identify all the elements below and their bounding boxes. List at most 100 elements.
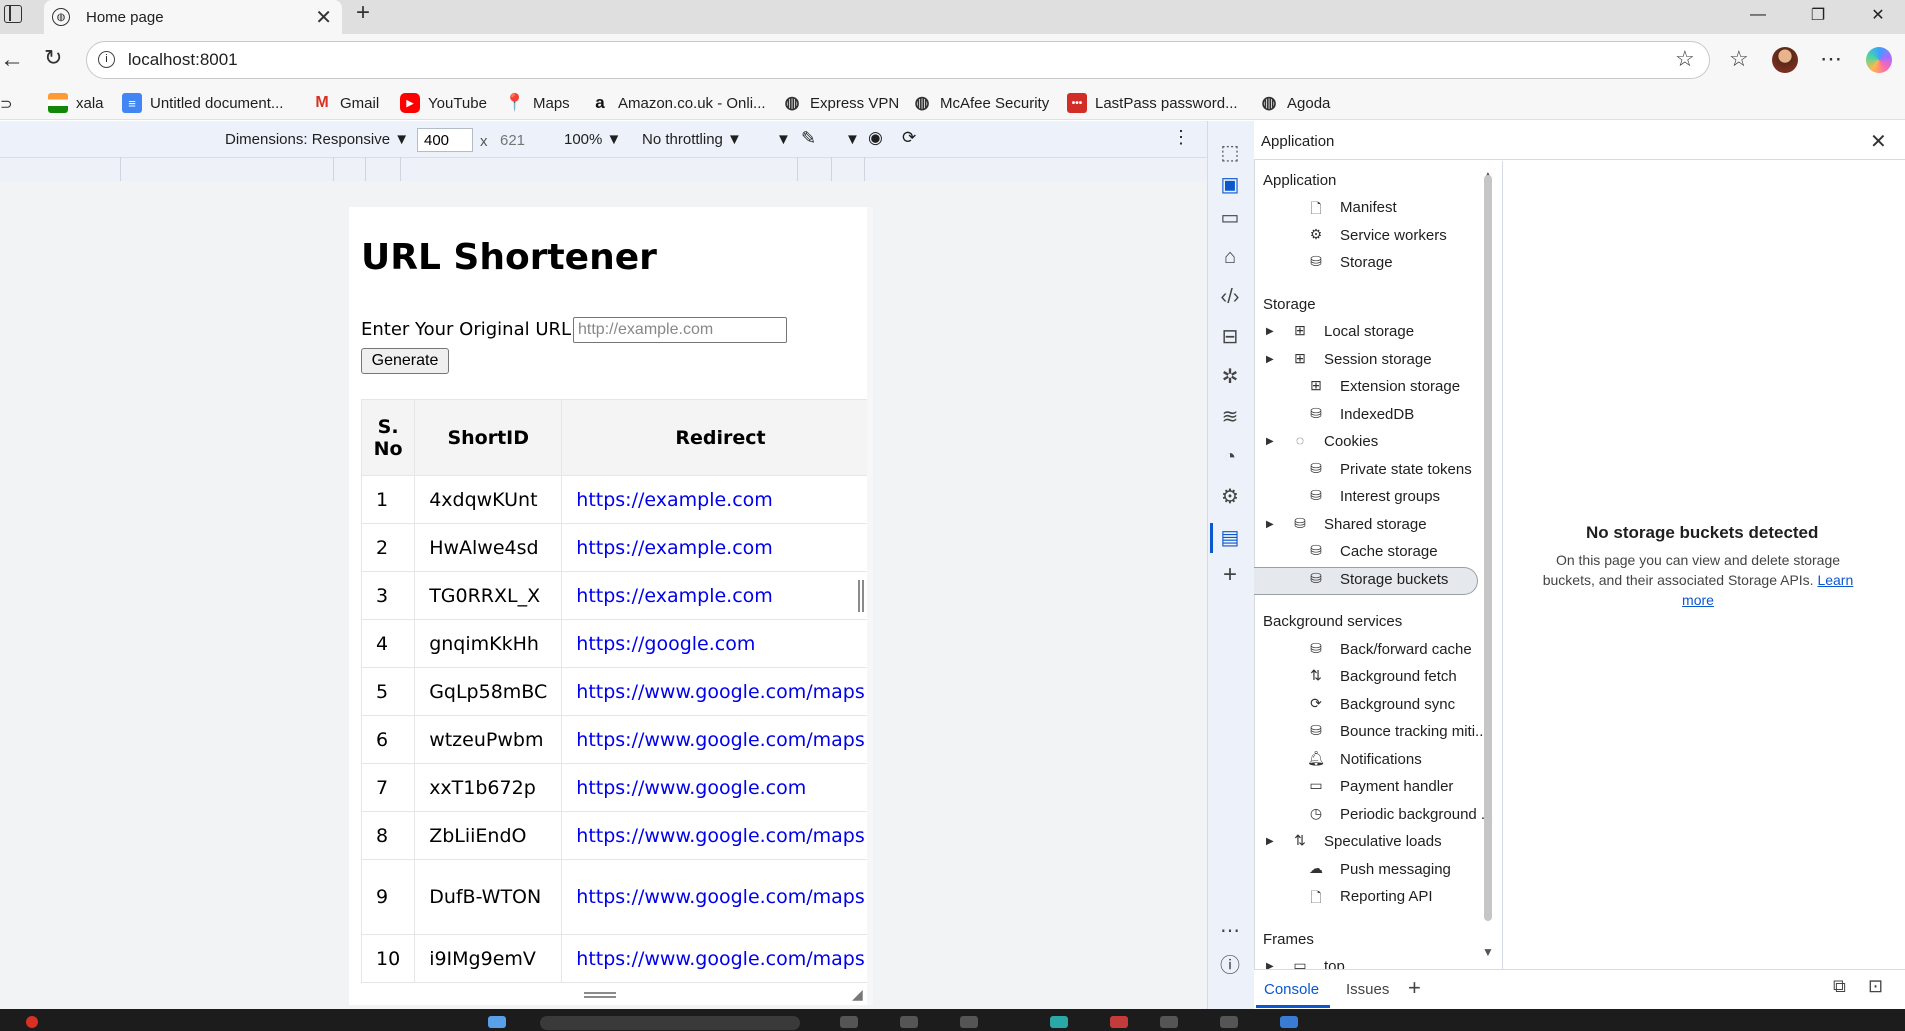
expand-arrow-icon[interactable]: ▶ [1266, 354, 1290, 365]
more-options-dropdown[interactable]: ▼ [845, 131, 860, 148]
drawer-add-tab-icon[interactable]: + [1408, 975, 1421, 1001]
tree-scrollbar-thumb[interactable] [1484, 175, 1492, 921]
tree-item-storage-buckets[interactable]: ⛁ Storage buckets [1290, 570, 1448, 588]
bookmark-gmail[interactable]: M Gmail [312, 93, 379, 113]
throttling-dropdown[interactable]: No throttling ▼ [642, 131, 742, 148]
tree-item-back-forward-cache[interactable]: ⛁ Back/forward cache [1290, 640, 1472, 658]
redirect-link[interactable]: https://example.com [576, 585, 773, 607]
device-menu-icon[interactable]: ⋮ [1172, 127, 1190, 148]
copilot-icon[interactable] [1866, 47, 1892, 73]
bookmark-xala[interactable]: xala [48, 93, 104, 113]
tree-item-session-storage[interactable]: ▶ ⊞ Session storage [1266, 350, 1432, 368]
redirect-link[interactable]: https://google.com [576, 633, 755, 655]
welcome-icon[interactable]: ▭ [1217, 205, 1243, 231]
redirect-link[interactable]: https://example.com [576, 489, 773, 511]
taskbar-search-box[interactable] [540, 1016, 800, 1030]
tree-item-shared-storage[interactable]: ▶ ⛁ Shared storage [1266, 515, 1427, 533]
tree-item-bounce-tracking[interactable]: ⛁ Bounce tracking miti... [1290, 722, 1487, 740]
taskbar-app-icon[interactable] [1220, 1016, 1238, 1028]
more-menu-icon[interactable]: ⋯ [1820, 46, 1842, 72]
bookmark-express-vpn[interactable]: ◍ Express VPN [782, 93, 900, 113]
viewport-height-input[interactable] [494, 128, 550, 152]
scroll-down-arrow-icon[interactable]: ▼ [1482, 945, 1494, 959]
tree-item-manifest[interactable]: 🗋 Manifest [1290, 198, 1396, 217]
taskbar-app-icon[interactable] [960, 1016, 978, 1028]
help-icon[interactable]: ⓘ [1217, 953, 1243, 979]
taskbar-app-icon[interactable] [1110, 1016, 1128, 1028]
redirect-link[interactable]: https://example.com [576, 537, 773, 559]
tree-item-background-fetch[interactable]: ⇅ Background fetch [1290, 667, 1457, 685]
bookmark-mcafee[interactable]: ◍ McAfee Security [912, 93, 1050, 113]
redirect-link[interactable]: https://www.google.com/maps [576, 729, 865, 751]
network-wifi-icon[interactable]: ≋ [1217, 404, 1243, 430]
redirect-link[interactable]: https://www.google.com [576, 777, 806, 799]
expand-arrow-icon[interactable]: ▶ [1266, 436, 1290, 447]
tree-item-cache-storage[interactable]: ⛁ Cache storage [1290, 542, 1437, 560]
reload-icon[interactable]: ↻ [44, 45, 62, 71]
zoom-dropdown[interactable]: 100% ▼ [564, 131, 621, 148]
elements-home-icon[interactable]: ⌂ [1217, 244, 1243, 270]
tree-item-payment-handler[interactable]: ▭ Payment handler [1290, 777, 1453, 795]
drawer-tab-issues[interactable]: Issues [1346, 981, 1389, 998]
bookmark-untitled-document[interactable]: ≡ Untitled document... [122, 93, 283, 113]
tree-item-interest-groups[interactable]: ⛁ Interest groups [1290, 487, 1440, 505]
section-storage[interactable]: Storage [1263, 296, 1316, 313]
viewport-width-input[interactable] [417, 128, 473, 152]
new-tab-button[interactable]: + [350, 0, 376, 28]
redirect-link[interactable]: https://www.google.com/maps [576, 948, 865, 970]
windows-start-icon[interactable] [488, 1016, 506, 1028]
taskbar-app-icon[interactable] [840, 1016, 858, 1028]
favorites-icon[interactable]: ☆ [1729, 46, 1749, 72]
tree-item-storage[interactable]: ⛁ Storage [1290, 253, 1392, 271]
save-data-dropdown[interactable]: ▼ [776, 131, 791, 148]
tree-item-push-messaging[interactable]: ☁ Push messaging [1290, 860, 1451, 878]
tree-item-cookies[interactable]: ▶ ◌ Cookies [1266, 432, 1378, 450]
generate-button[interactable]: Generate [361, 348, 449, 374]
sources-icon[interactable]: ‹/› [1217, 284, 1243, 310]
close-panel-icon[interactable]: ✕ [1870, 129, 1887, 154]
minimize-icon[interactable]: — [1730, 0, 1786, 30]
dimensions-dropdown[interactable]: Dimensions: Responsive ▼ [225, 131, 409, 148]
expand-arrow-icon[interactable]: ▶ [1266, 519, 1290, 530]
tab-home-page[interactable]: ◍ Home page ✕ [44, 0, 342, 34]
drawer-tab-console[interactable]: Console [1264, 981, 1319, 998]
debugger-bug-icon[interactable]: ✲ [1217, 364, 1243, 390]
application-icon[interactable]: ▤ [1217, 525, 1243, 551]
console-icon[interactable]: ⊟ [1217, 324, 1243, 350]
expand-arrow-icon[interactable]: ▶ [1266, 326, 1290, 337]
restore-icon[interactable]: ❐ [1790, 0, 1846, 30]
tree-item-indexeddb[interactable]: ⛁ IndexedDB [1290, 405, 1414, 423]
profile-avatar[interactable] [1772, 47, 1798, 73]
expand-arrow-icon[interactable]: ▶ [1266, 961, 1290, 970]
redirect-link[interactable]: https://www.google.com/maps [576, 886, 865, 908]
back-icon[interactable]: ← [0, 46, 24, 74]
url-input[interactable] [573, 317, 787, 343]
inspect-icon[interactable]: ⬚ [1217, 140, 1243, 166]
tree-item-background-sync[interactable]: ⟳ Background sync [1290, 695, 1455, 713]
dock-drawer-icon[interactable]: ⊡ [1868, 976, 1883, 997]
tree-item-extension-storage[interactable]: ⊞ Extension storage [1290, 377, 1460, 395]
tree-item-service-workers[interactable]: ⚙ Service workers [1290, 226, 1447, 244]
redirect-link[interactable]: https://www.google.com/maps [576, 681, 865, 703]
favorite-star-icon[interactable]: ☆ [1675, 46, 1695, 72]
redirect-link[interactable]: https://www.google.com/maps [576, 825, 865, 847]
site-info-icon[interactable]: i [98, 51, 115, 68]
vision-deficiency-icon[interactable]: ◉ [868, 128, 883, 148]
rotate-icon[interactable]: ⟳ [902, 128, 916, 148]
tree-item-frame-top[interactable]: ▶ ▭ top [1266, 957, 1345, 969]
tree-item-speculative-loads[interactable]: ▶ ⇅ Speculative loads [1266, 832, 1442, 850]
viewport-resize-handle-bottom[interactable] [584, 992, 616, 998]
memory-chip-icon[interactable]: ⚙ [1217, 484, 1243, 510]
expand-arrow-icon[interactable]: ▶ [1266, 836, 1290, 847]
sidebar-toggle-icon[interactable] [4, 5, 22, 23]
more-tools-menu-icon[interactable]: ⋯ [1217, 918, 1243, 944]
bookmark-youtube[interactable]: ▶ YouTube [400, 93, 487, 113]
viewport-resize-corner-icon[interactable]: ◢ [852, 986, 863, 1003]
section-frames[interactable]: Frames [1263, 931, 1314, 948]
section-background-services[interactable]: Background services [1263, 613, 1402, 630]
bookmark-agoda[interactable]: ◍ Agoda [1259, 93, 1331, 113]
taskbar-app-icon[interactable] [1280, 1016, 1298, 1028]
viewport-resize-handle-right[interactable] [858, 580, 864, 612]
bookmark-lastpass[interactable]: ••• LastPass password... [1067, 93, 1238, 113]
tree-item-reporting-api[interactable]: 🗋 Reporting API [1290, 887, 1432, 906]
